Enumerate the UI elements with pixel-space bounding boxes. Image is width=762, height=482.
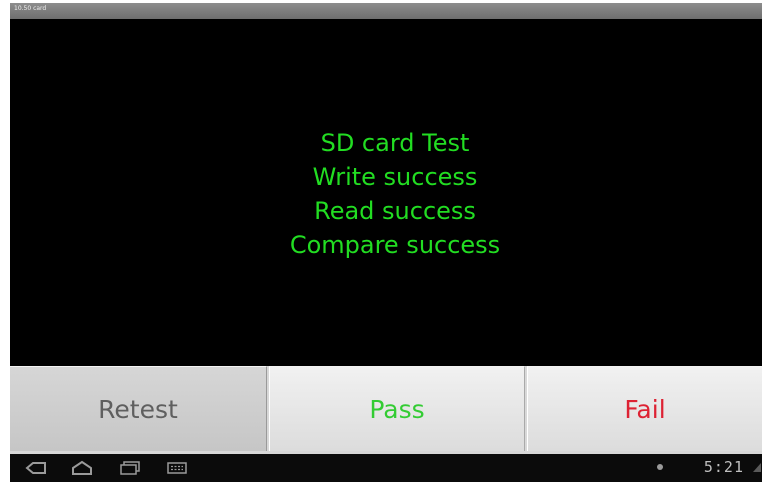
test-result-panel: SD card Test Write success Read success … — [10, 19, 762, 366]
keyboard-icon[interactable] — [165, 459, 189, 477]
pass-button[interactable]: Pass — [269, 366, 525, 451]
title-bar: 10.50 card — [10, 3, 762, 19]
home-icon[interactable] — [70, 459, 94, 477]
system-nav-bar: 5:21 — [10, 454, 762, 482]
retest-button[interactable]: Retest — [10, 366, 267, 451]
recent-apps-icon[interactable] — [118, 459, 142, 477]
fail-button[interactable]: Fail — [527, 366, 762, 451]
button-bar: Retest Pass Fail — [10, 366, 762, 454]
notification-icon[interactable] — [657, 464, 663, 470]
result-messages: SD card Test Write success Read success … — [10, 126, 762, 262]
back-icon[interactable] — [24, 459, 48, 477]
status-clock[interactable]: 5:21 — [704, 458, 744, 476]
device-screen: 10.50 card SD card Test Write success Re… — [0, 0, 762, 482]
compare-status-label: Compare success — [289, 231, 501, 259]
read-status-label: Read success — [314, 197, 476, 225]
test-name-label: SD card Test — [320, 129, 470, 157]
signal-icon — [752, 461, 762, 476]
write-status-label: Write success — [312, 163, 478, 191]
window-title: 10.50 card — [14, 5, 47, 12]
